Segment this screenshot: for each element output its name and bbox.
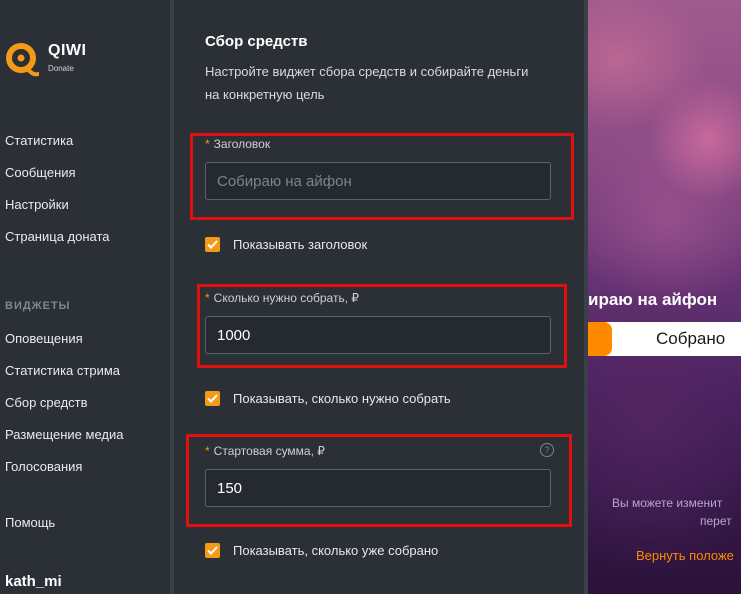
show-collected-label: Показывать, сколько уже собрано [233,542,439,558]
sidebar-item-statistics[interactable]: Статистика [5,133,73,148]
checkmark-icon [207,239,218,249]
reset-position-link[interactable]: Вернуть положе [636,548,734,563]
start-amount-input[interactable] [205,469,551,507]
show-title-label: Показывать заголовок [233,236,368,252]
show-title-checkbox[interactable] [205,236,220,252]
required-mark: * [205,137,210,151]
qiwi-logo-icon [6,43,39,77]
logo-text: QIWI [48,42,87,59]
title-field-label: * Заголовок [205,137,270,151]
fundraising-form: Сбор средств Настройте виджет сбора сред… [174,0,588,594]
show-collected-checkbox[interactable] [205,542,220,558]
required-mark: * [205,291,210,305]
sidebar-item-donation-page[interactable]: Страница доната [5,229,110,244]
goal-amount-input[interactable] [205,316,551,354]
sidebar-item-polls[interactable]: Голосования [5,459,82,474]
required-mark: * [205,444,210,458]
sidebar: QIWI Donate Статистика Сообщения Настрой… [0,0,170,594]
help-icon[interactable]: ? [540,443,554,457]
sidebar-item-settings[interactable]: Настройки [5,197,69,212]
sidebar-item-fundraising[interactable]: Сбор средств [5,395,88,410]
page-title: Сбор средств [205,33,308,50]
preview-title: ираю на айфон [588,290,718,309]
sidebar-item-stream-stats[interactable]: Статистика стрима [5,363,120,378]
start-amount-field-label-text: Стартовая сумма, ₽ [213,444,325,458]
title-field-label-text: Заголовок [213,137,271,151]
checkmark-icon [207,545,218,555]
widget-preview: ираю на айфон Собрано Вы можете изменит … [588,0,741,594]
logo-subtitle: Donate [48,64,74,73]
sidebar-item-media[interactable]: Размещение медиа [5,427,123,442]
show-collected-checkbox-row[interactable]: Показывать, сколько уже собрано [205,541,438,559]
goal-field-label: * Сколько нужно собрать, ₽ [205,291,359,305]
page-description: Настройте виджет сбора средств и собирай… [205,64,529,102]
goal-field-label-text: Сколько нужно собрать, ₽ [213,291,360,305]
start-amount-field-label: * Стартовая сумма, ₽ [205,444,325,458]
title-input[interactable] [205,162,551,200]
sidebar-item-messages[interactable]: Сообщения [5,165,76,180]
show-goal-label: Показывать, сколько нужно собрать [233,390,451,406]
show-title-checkbox-row[interactable]: Показывать заголовок [205,235,367,253]
show-goal-checkbox-row[interactable]: Показывать, сколько нужно собрать [205,389,451,407]
logo[interactable]: QIWI Donate [5,40,115,80]
sidebar-item-help[interactable]: Помощь [5,515,55,530]
sidebar-section-widgets: ВИДЖЕТЫ [5,300,71,312]
show-goal-checkbox[interactable] [205,390,220,406]
username[interactable]: kath_mi [5,573,62,590]
sidebar-item-alerts[interactable]: Оповещения [5,331,83,346]
preview-hint-continued: перет [700,514,732,528]
preview-progress-fill [588,322,612,356]
preview-progress-bar[interactable]: Собрано [588,322,741,356]
checkmark-icon [207,393,218,403]
preview-hint: Вы можете изменит [612,496,723,510]
preview-progress-text: Собрано [656,329,726,348]
